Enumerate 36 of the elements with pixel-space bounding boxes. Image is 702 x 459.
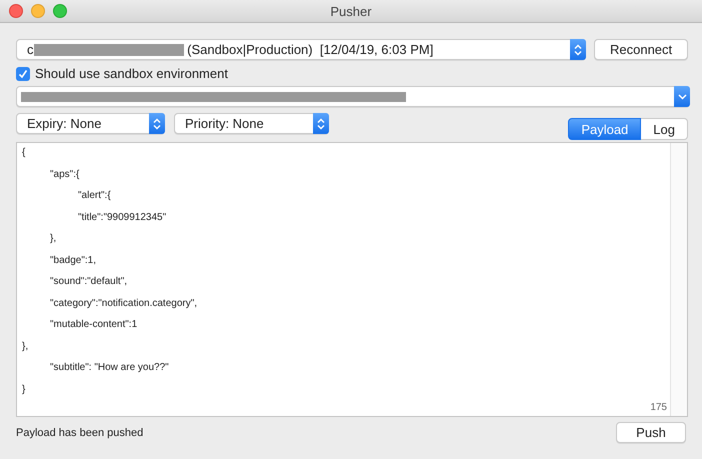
code-line: },: [22, 340, 30, 354]
checkbox-label: Should use sandbox environment: [35, 66, 228, 81]
code-line: "title":"9909912345": [77, 210, 168, 224]
code-line: "alert":{: [77, 189, 112, 203]
tab[interactable]: Log: [641, 118, 688, 140]
character-count: 175: [650, 402, 667, 413]
updown-arrows-icon: [153, 118, 161, 130]
chevron-down-icon: [678, 94, 686, 100]
updown-arrows-icon: [574, 44, 582, 56]
identity-label: (Sandbox|Production) [12/04/19, 6:03 PM]: [186, 42, 434, 57]
expiry-dropdown[interactable]: Expiry: None: [16, 113, 165, 134]
code-line: },: [49, 232, 58, 246]
code-line: "badge":1,: [49, 254, 98, 268]
payload-editor[interactable]: { "aps":{ "alert":{ "title":"9909912345" }, "badge":1, "sound":"default", "category":"notification.category", "mutable-content":1 }, "subtitle": "How are you??" } 175: [16, 142, 688, 417]
identity-prefix: c: [27, 42, 34, 57]
minimize-icon[interactable]: [31, 4, 45, 18]
device-identity-dropdown[interactable]: c (Sandbox|Production) [12/04/19, 6:03 PM]: [16, 39, 586, 60]
code-line: "category":"notification.category",: [49, 296, 198, 310]
scrollbar-track[interactable]: [670, 143, 687, 416]
priority-dropdown[interactable]: Priority: None: [174, 113, 329, 134]
code-line: "subtitle": "How are you??": [49, 361, 170, 375]
push-button[interactable]: Push: [616, 422, 686, 443]
tab[interactable]: Payload: [568, 118, 642, 140]
close-icon[interactable]: [9, 4, 23, 18]
code-line: "sound":"default",: [49, 275, 128, 289]
reconnect-button[interactable]: Reconnect: [594, 39, 688, 60]
updown-arrows-icon: [317, 118, 325, 130]
code-line: "aps":{: [49, 168, 80, 182]
status-message: Payload has been pushed: [16, 426, 144, 438]
device-token-field[interactable]: [16, 86, 690, 107]
code-line: "mutable-content":1: [49, 318, 138, 332]
window-title: Pusher: [330, 4, 372, 18]
checkbox[interactable]: [16, 66, 30, 80]
code-line: }: [22, 382, 26, 396]
code-line: {: [22, 146, 26, 160]
zoom-icon[interactable]: [53, 4, 67, 18]
